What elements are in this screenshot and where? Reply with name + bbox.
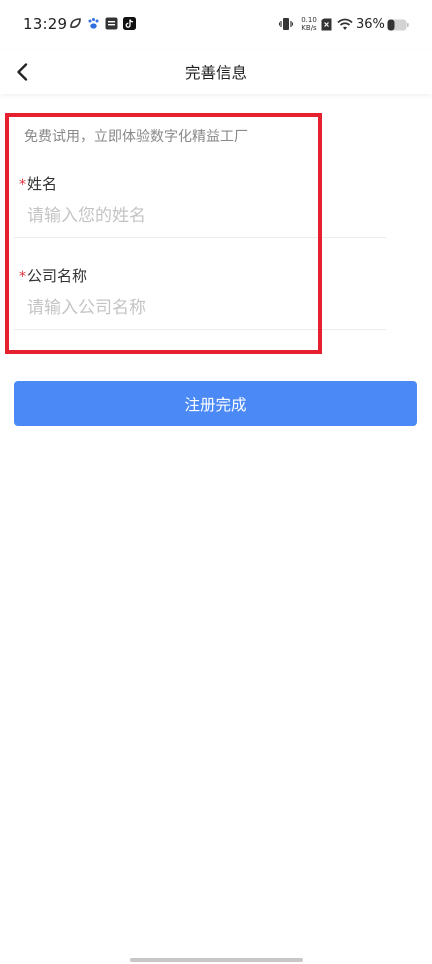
- status-bar: 13:29 0.10 KB/s 36%: [0, 0, 432, 50]
- company-label: *公司名称: [19, 265, 87, 286]
- paw-app-icon: [88, 18, 99, 29]
- battery-percentage: 36%: [356, 17, 385, 32]
- name-label: *姓名: [19, 173, 57, 194]
- name-divider: [14, 237, 386, 238]
- network-speed-value: 0.10: [301, 16, 317, 24]
- wifi-icon: [337, 18, 353, 30]
- name-input[interactable]: [14, 194, 386, 238]
- required-asterisk: *: [19, 177, 26, 193]
- company-label-text: 公司名称: [27, 267, 88, 285]
- leaf-app-icon: [70, 18, 81, 28]
- inbox-app-icon: [105, 17, 118, 30]
- company-divider: [14, 329, 386, 330]
- nav-bar: 完善信息: [0, 50, 432, 94]
- sim-off-icon: [321, 18, 332, 31]
- register-complete-button[interactable]: 注册完成: [14, 381, 417, 426]
- form-hint: 免费试用，立即体验数字化精益工厂: [24, 129, 248, 145]
- required-asterisk: *: [19, 269, 26, 285]
- tiktok-app-icon: [123, 17, 136, 30]
- page-title: 完善信息: [184, 64, 247, 82]
- network-speed: 0.10 KB/s: [299, 16, 319, 32]
- vibrate-icon: [279, 18, 293, 30]
- battery-icon: [387, 19, 409, 31]
- status-time: 13:29: [23, 15, 68, 33]
- company-name-input[interactable]: [14, 286, 386, 330]
- home-indicator[interactable]: [130, 958, 303, 962]
- network-speed-unit: KB/s: [301, 24, 317, 32]
- name-label-text: 姓名: [27, 175, 58, 193]
